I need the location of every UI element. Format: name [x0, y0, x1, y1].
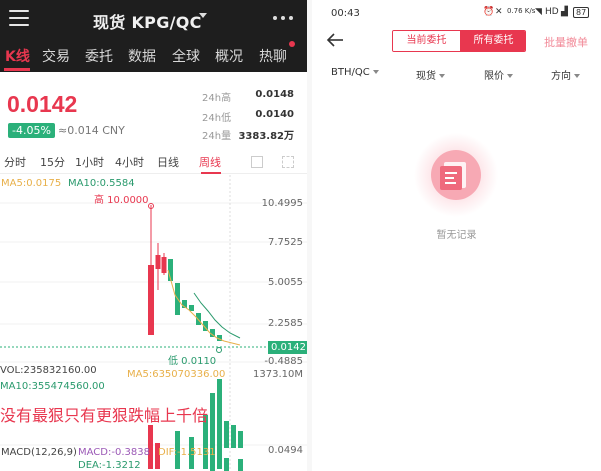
y-tick: 2.2585: [268, 318, 303, 329]
status-bar: 00:43 ⏰ ✕ 0.76 K/s ◥ HD ▟ 87: [312, 0, 601, 26]
period-timeshare[interactable]: 分时: [4, 154, 26, 170]
macd-label: MACD(12,26,9): [1, 447, 77, 458]
stat-label-high: 24h高: [202, 93, 232, 104]
indicator-settings-icon[interactable]: [251, 156, 263, 168]
y-tick: 7.7525: [268, 237, 303, 248]
chat-notification-dot: [289, 41, 295, 47]
batch-cancel-button[interactable]: 批量撤单: [544, 34, 588, 50]
period-1h[interactable]: 1小时: [75, 154, 104, 170]
tab-trade[interactable]: 交易: [42, 46, 70, 66]
current-orders-button[interactable]: 当前委托: [393, 31, 460, 51]
ma5-value: MA5:0.0175: [1, 178, 62, 189]
dea-value: DEA:-1.3212: [78, 460, 141, 471]
all-orders-button[interactable]: 所有委托: [460, 31, 525, 51]
hd-label: HD: [545, 7, 559, 17]
pair-title[interactable]: 现货 KPG/QC: [93, 9, 202, 33]
caption-overlay: 没有最狠只有更狠跌幅上千倍: [0, 406, 209, 425]
status-time: 00:43: [331, 8, 360, 19]
stat-label-low: 24h低: [202, 113, 232, 124]
macd-bars: [210, 415, 243, 471]
stat-label-volume: 24h量: [202, 131, 232, 142]
chevron-down-icon: [574, 74, 580, 78]
filter-order-type-label: 限价: [484, 71, 504, 82]
macd-value: MACD:-0.3838: [78, 447, 150, 458]
volume-axis-max: 1373.10M: [253, 369, 303, 380]
low-marker: [216, 347, 222, 353]
wifi-icon: ◥: [535, 7, 542, 17]
empty-records-text: 暂无记录: [436, 230, 477, 241]
tab-overview[interactable]: 概况: [215, 46, 243, 66]
chevron-down-icon: [372, 70, 379, 74]
stat-value-high: 0.0148: [255, 89, 294, 100]
current-price-tag: 0.0142: [268, 341, 307, 354]
kline-chart[interactable]: [0, 175, 307, 471]
orders-panel: 00:43 ⏰ ✕ 0.76 K/s ◥ HD ▟ 87 当前委托 所有委托 批…: [312, 0, 601, 471]
pair-dropdown-caret-icon[interactable]: [199, 13, 207, 18]
period-15m[interactable]: 15分: [40, 154, 65, 170]
dif-value: DIF:-1.5131: [158, 447, 216, 458]
change-percent-badge: -4.05%: [8, 123, 55, 138]
fullscreen-icon[interactable]: [282, 156, 294, 168]
kline-panel: 现货 KPG/QC K线 交易 委托 数据 全球 概况 热聊 0.0142 -4…: [0, 0, 307, 471]
volume-ma10-value: MA10:355474560.00: [0, 381, 105, 392]
tab-global[interactable]: 全球: [172, 46, 200, 66]
volume-value: VOL:235832160.00: [0, 365, 97, 376]
filter-market-label: 现货: [416, 71, 436, 82]
order-filter-bar: BTH/QC 现货 限价 方向: [312, 60, 601, 86]
active-tab-indicator: [4, 68, 30, 71]
back-arrow-icon[interactable]: [326, 32, 344, 48]
battery-level: 87: [573, 7, 590, 18]
last-price: 0.0142: [7, 91, 78, 117]
hamburger-menu-icon[interactable]: [9, 10, 29, 26]
filter-order-type[interactable]: 限价: [484, 67, 513, 82]
y-tick: -0.4885: [264, 356, 303, 367]
chevron-down-icon: [507, 74, 513, 78]
candlesticks: [148, 203, 222, 353]
ticker-summary: 0.0142 -4.05% ≈0.014 CNY 24h高 0.0148 24h…: [0, 72, 307, 148]
tab-chat[interactable]: 热聊: [259, 46, 287, 66]
filter-direction-label: 方向: [551, 71, 571, 82]
period-4h[interactable]: 4小时: [115, 154, 144, 170]
empty-records-icon: [414, 133, 498, 217]
macd-axis-max: 0.0494: [268, 445, 303, 456]
tab-data[interactable]: 数据: [128, 46, 156, 66]
high-annotation: 高 10.0000: [94, 195, 149, 206]
cny-equivalent: ≈0.014 CNY: [58, 124, 125, 137]
low-annotation: 低 0.0110: [168, 356, 217, 367]
y-tick: 10.4995: [261, 198, 303, 209]
period-week[interactable]: 周线: [199, 154, 221, 170]
tab-orders[interactable]: 委托: [85, 46, 113, 66]
more-options-icon[interactable]: [273, 16, 295, 22]
tab-kline[interactable]: K线: [5, 46, 30, 66]
filter-direction[interactable]: 方向: [551, 67, 580, 82]
stat-value-volume: 3383.82万: [238, 131, 294, 142]
order-scope-toggle: 当前委托 所有委托: [392, 30, 526, 52]
top-tab-bar: K线 交易 委托 数据 全球 概况 热聊: [0, 44, 307, 70]
y-tick: 5.0055: [268, 277, 303, 288]
network-speed: 0.76 K/s: [507, 7, 536, 15]
mute-icon: ✕: [495, 7, 503, 17]
period-active-indicator: [201, 172, 221, 174]
ma10-value: MA10:0.5584: [68, 178, 135, 189]
alarm-icon: ⏰: [483, 7, 495, 17]
candle-spike: [148, 265, 154, 335]
filter-pair[interactable]: BTH/QC: [331, 67, 379, 78]
chevron-down-icon: [439, 74, 445, 78]
status-icons: ⏰ ✕ 0.76 K/s ◥ HD ▟ 87: [483, 7, 593, 19]
filter-market[interactable]: 现货: [416, 67, 445, 82]
kline-header: 现货 KPG/QC K线 交易 委托 数据 全球 概况 热聊: [0, 0, 307, 72]
volume-ma5-value: MA5:635070336.00: [127, 369, 226, 380]
stat-value-low: 0.0140: [255, 109, 294, 120]
period-day[interactable]: 日线: [157, 154, 179, 170]
filter-pair-label: BTH/QC: [331, 67, 370, 78]
signal-icon: ▟: [561, 7, 568, 17]
